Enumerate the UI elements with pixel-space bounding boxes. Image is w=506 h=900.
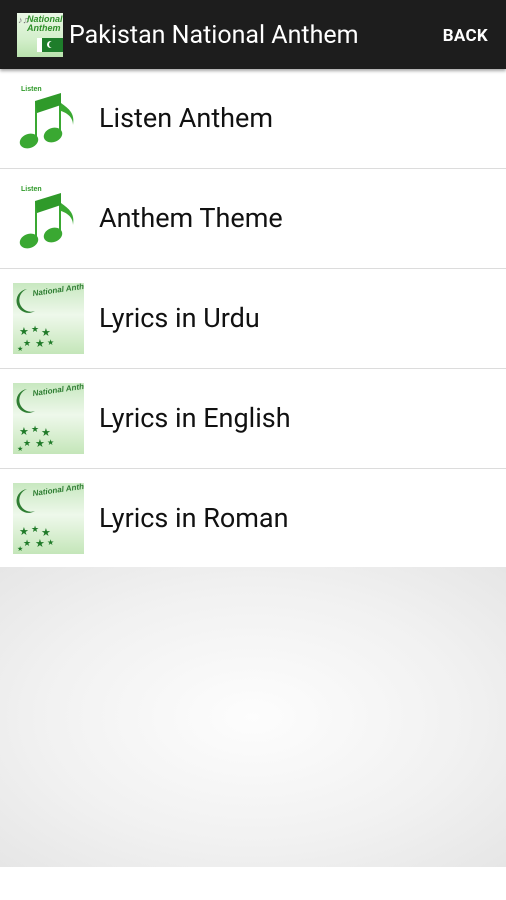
svg-text:★: ★: [31, 325, 39, 335]
svg-text:★: ★: [19, 425, 29, 438]
menu-item-label: Lyrics in Urdu: [99, 302, 260, 334]
national-anthem-crescent-icon: National Anthem ★ ★ ★ ★ ★ ★ ★: [13, 383, 84, 454]
music-note-icon: Listen: [19, 186, 74, 249]
pakistan-flag-icon: [37, 38, 63, 52]
menu-list: Listen Listen Anthem Listen Anthem Theme…: [0, 69, 506, 568]
app-logo-text: National Anthem: [27, 14, 63, 33]
svg-text:National Anthem: National Anthem: [32, 283, 84, 298]
svg-text:★: ★: [17, 445, 23, 453]
svg-text:★: ★: [23, 439, 31, 449]
svg-text:★: ★: [47, 538, 54, 547]
menu-item-label: Anthem Theme: [99, 202, 283, 234]
menu-item-lyrics-roman[interactable]: National Anthem ★ ★ ★ ★ ★ ★ ★ Lyrics in …: [0, 469, 506, 568]
svg-text:★: ★: [17, 545, 23, 553]
svg-text:★: ★: [23, 539, 31, 549]
menu-item-lyrics-urdu[interactable]: National Anthem ★ ★ ★ ★ ★ ★ ★ Lyrics in …: [0, 269, 506, 369]
menu-item-lyrics-english[interactable]: National Anthem ★ ★ ★ ★ ★ ★ ★ Lyrics in …: [0, 369, 506, 469]
page-title: Pakistan National Anthem: [69, 21, 359, 50]
svg-text:★: ★: [47, 438, 54, 447]
svg-text:★: ★: [31, 425, 39, 435]
svg-text:★: ★: [35, 437, 45, 450]
svg-text:★: ★: [35, 537, 45, 550]
music-note-icon: Listen: [19, 86, 74, 149]
svg-text:★: ★: [47, 338, 54, 347]
menu-item-anthem-theme[interactable]: Listen Anthem Theme: [0, 169, 506, 269]
svg-text:National Anthem: National Anthem: [32, 483, 84, 498]
menu-item-listen-anthem[interactable]: Listen Listen Anthem: [0, 69, 506, 169]
svg-text:★: ★: [35, 337, 45, 350]
svg-text:★: ★: [23, 339, 31, 349]
svg-text:★: ★: [31, 525, 39, 535]
svg-text:★: ★: [19, 525, 29, 538]
app-logo-icon: ♪♫ National Anthem: [17, 13, 63, 57]
svg-text:Listen: Listen: [21, 86, 42, 93]
svg-text:Listen: Listen: [21, 186, 42, 193]
back-button[interactable]: BACK: [443, 24, 488, 48]
menu-item-label: Lyrics in English: [99, 402, 291, 434]
national-anthem-crescent-icon: National Anthem ★ ★ ★ ★ ★ ★ ★: [13, 483, 84, 554]
svg-text:National Anthem: National Anthem: [32, 383, 84, 398]
empty-background-area: [0, 567, 506, 867]
national-anthem-crescent-icon: National Anthem ★ ★ ★ ★ ★ ★ ★: [13, 283, 84, 354]
menu-item-label: Lyrics in Roman: [99, 502, 289, 534]
svg-text:★: ★: [19, 325, 29, 338]
action-bar: ♪♫ National Anthem Pakistan National Ant…: [0, 0, 506, 69]
menu-item-label: Listen Anthem: [99, 102, 274, 134]
svg-text:★: ★: [17, 345, 23, 353]
